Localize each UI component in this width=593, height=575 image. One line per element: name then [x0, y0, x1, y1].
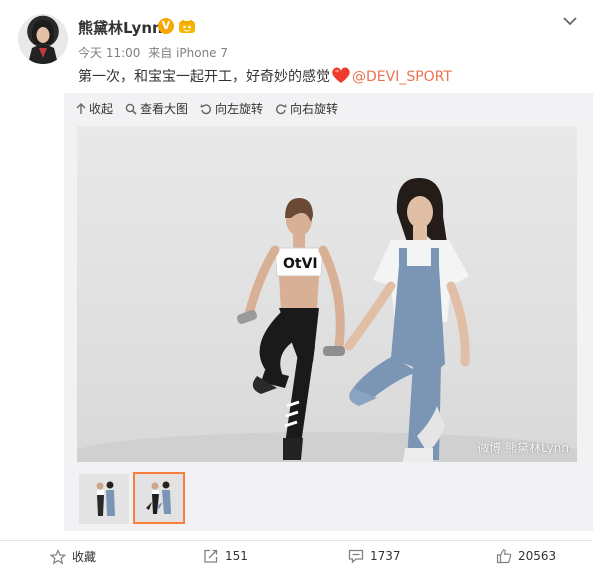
view-large-label: 查看大图 [140, 102, 189, 116]
repost-icon [204, 549, 218, 563]
post-source[interactable]: 来自 iPhone 7 [148, 46, 228, 60]
view-large-button[interactable]: 查看大图 [125, 100, 188, 117]
star-icon [50, 548, 66, 564]
thumbnail-2-selected[interactable] [133, 472, 185, 524]
magnifier-icon [125, 103, 137, 115]
mention-link[interactable]: @DEVI_SPORT [352, 69, 452, 85]
favorite-button[interactable]: 收藏 [50, 548, 96, 565]
photo-scene: OtVI [77, 178, 577, 462]
rotate-left-icon [200, 103, 212, 114]
rotate-right-label: 向右旋转 [290, 102, 339, 116]
post-text-body: 第一次，和宝宝一起开工，好奇妙的感觉 [78, 69, 330, 85]
model-right [344, 178, 470, 462]
thumbnail-1-image [79, 474, 129, 524]
avatar-portrait [28, 20, 58, 64]
rotate-left-button[interactable]: 向左旋转 [200, 100, 263, 117]
rotate-right-icon [276, 103, 287, 114]
rotate-left-label: 向左旋转 [215, 102, 264, 116]
shirt-text: OtVI [283, 256, 318, 272]
collapse-button[interactable]: 收起 [76, 100, 113, 117]
username[interactable]: 熊黛林Lynn [78, 17, 163, 38]
chevron-down-icon[interactable] [561, 12, 579, 30]
repost-count: 151 [225, 549, 248, 563]
post-photo[interactable]: OtVI 微博 熊黛林Lynn [77, 126, 577, 462]
model-left: OtVI [237, 198, 345, 460]
rotate-right-button[interactable]: 向右旋转 [275, 100, 338, 117]
collapse-arrow-icon [76, 102, 86, 114]
collapse-label: 收起 [89, 102, 114, 116]
verified-badge-icon: V [158, 18, 174, 34]
post-time[interactable]: 今天 11:00 [78, 46, 140, 60]
like-count: 20563 [518, 549, 557, 563]
avatar[interactable] [18, 14, 68, 64]
thumbnail-2-image [135, 474, 183, 522]
favorite-label: 收藏 [72, 550, 97, 564]
vip-crown-icon[interactable] [178, 17, 196, 34]
action-divider [0, 540, 593, 541]
photo-watermark: 微博 熊黛林Lynn [477, 441, 569, 455]
thumbnail-1[interactable] [79, 474, 129, 524]
like-button[interactable]: 20563 [496, 548, 556, 564]
post-text: 第一次，和宝宝一起开工，好奇妙的感觉 @DEVI_SPORT [78, 66, 452, 86]
post-meta: 今天 11:00 来自 iPhone 7 [78, 44, 232, 61]
comment-button[interactable]: 1737 [348, 548, 401, 564]
comment-icon [348, 549, 364, 564]
image-toolbar: 收起 查看大图 向左旋转 向右旋转 [76, 100, 350, 117]
heart-emoji-icon [332, 67, 350, 83]
repost-button[interactable]: 151 [203, 548, 248, 564]
comment-count: 1737 [370, 549, 401, 563]
thumbs-up-icon [496, 549, 512, 564]
